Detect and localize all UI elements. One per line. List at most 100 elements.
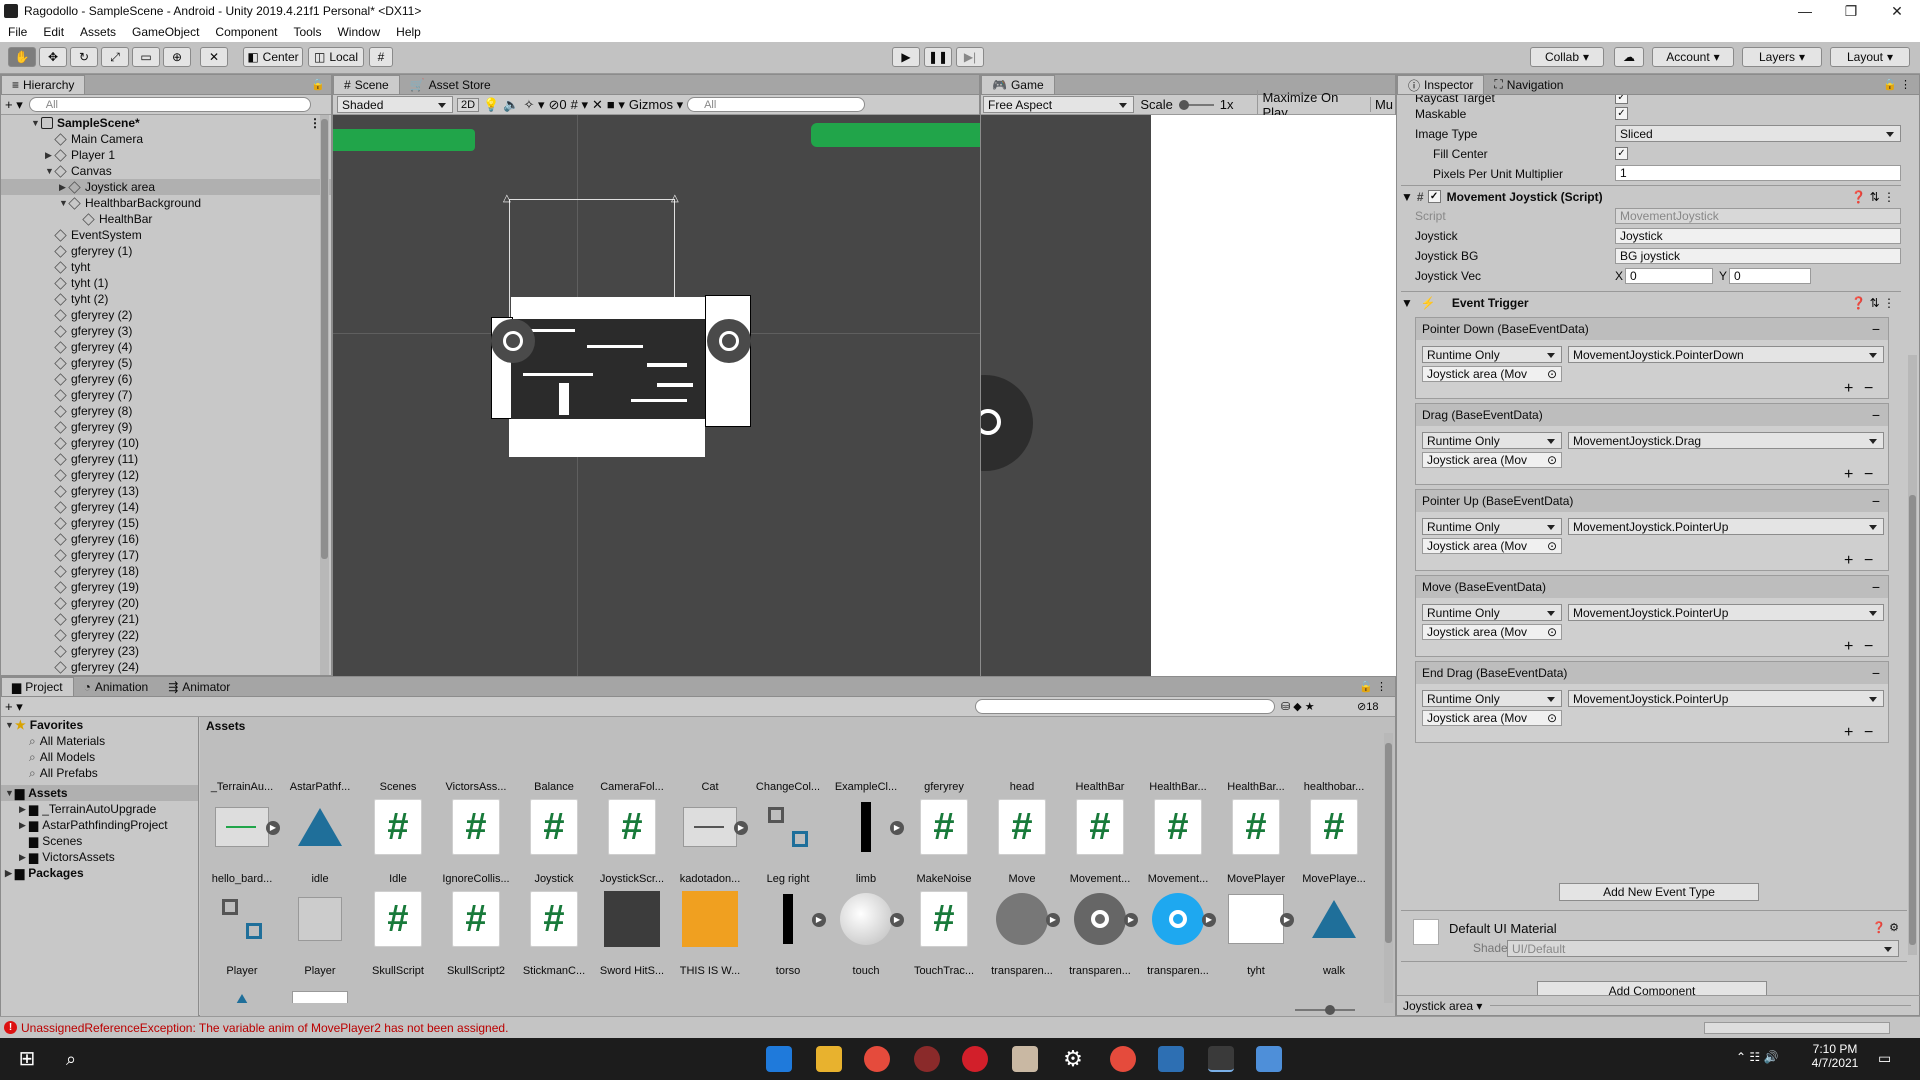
system-tray-icons[interactable]: ⌃ ☷ 🔊 [1736,1050,1778,1064]
asset-item[interactable]: # StickmanC... [518,887,590,977]
menu-window[interactable]: Window [329,25,388,39]
event-trigger-component-header[interactable]: ▼ ⚡ Event Trigger ❓ ⇅ ⋮ [1401,291,1901,313]
asset-item[interactable]: VictorsAss... [440,733,512,793]
asset-item[interactable]: HealthBar [1064,733,1136,793]
event-target-field[interactable]: Joystick area (Mov ⊙ [1422,538,1562,554]
hierarchy-item[interactable]: gferyrey (8) [1,403,331,419]
remove-event-button[interactable]: − [1872,493,1880,509]
asset-item[interactable]: ▶ hello_bard... [206,795,280,885]
hierarchy-item[interactable]: ▶ Player 1 [1,147,331,163]
layout-dropdown[interactable]: Layout ▾ [1830,47,1910,67]
hierarchy-item[interactable]: gferyrey (6) [1,371,331,387]
add-listener-button[interactable]: + [1844,724,1853,742]
hierarchy-item[interactable]: HealthBar [1,211,331,227]
asset-item[interactable]: ▶ touch [830,887,904,977]
asset-item[interactable]: _TerrainAu... [206,733,278,793]
event-function-dropdown[interactable]: MovementJoystick.Drag [1568,432,1884,449]
rotate-tool-icon[interactable]: ↻ [70,47,98,67]
runtime-mode-dropdown[interactable]: Runtime Only [1422,432,1562,449]
asset-item[interactable]: HealthBar... [1220,733,1292,793]
asset-item[interactable]: # Movement... [1064,795,1136,885]
asset-item[interactable]: ▶ kadotadon... [674,795,748,885]
asset-item[interactable]: Player [206,887,278,977]
lighting-icon[interactable]: 💡 [483,97,499,113]
asset-item[interactable]: # SkullScript [362,887,434,977]
favorite-item[interactable]: ⌕ All Models [1,749,198,765]
menu-component[interactable]: Component [207,25,285,39]
expand-arrow-icon[interactable]: ▼ [5,788,15,798]
assets-scrollbar[interactable] [1384,733,1393,1003]
expand-arrow-icon[interactable]: ▶ [19,820,29,831]
runtime-mode-dropdown[interactable]: Runtime Only [1422,690,1562,707]
lock-icon[interactable]: 🔒 [311,78,325,91]
unity-hub-icon[interactable] [1256,1046,1282,1072]
error-message[interactable]: UnassignedReferenceException: The variab… [21,1021,508,1035]
hand-tool-icon[interactable]: ✋ [8,47,36,67]
menu-tools[interactable]: Tools [285,25,329,39]
hierarchy-item[interactable]: gferyrey (20) [1,595,331,611]
inspector-scrollbar[interactable] [1908,355,1917,955]
hierarchy-item[interactable]: tyht (2) [1,291,331,307]
transform-tool-icon[interactable]: ⊕ [163,47,191,67]
asset-item[interactable]: # Move [986,795,1058,885]
object-picker-icon[interactable]: ⊙ [1547,711,1557,725]
hidden-packages-icon[interactable]: ⊘18 [1357,700,1378,713]
expand-arrow-icon[interactable]: ▼ [31,118,41,128]
remove-event-button[interactable]: − [1872,665,1880,681]
project-lock-icon[interactable]: 🔒 ⋮ [1359,680,1387,693]
status-bar[interactable]: ! UnassignedReferenceException: The vari… [0,1016,1920,1038]
event-function-dropdown[interactable]: MovementJoystick.PointerUp [1568,518,1884,535]
hierarchy-item[interactable]: gferyrey (18) [1,563,331,579]
aspect-dropdown[interactable]: Free Aspect [983,96,1135,113]
joystick-left-knob-icon[interactable] [503,331,523,351]
asset-item[interactable]: ▶ tyht [1220,887,1294,977]
grid-snap-icon[interactable]: # [369,47,393,67]
expand-arrow-icon[interactable]: ▶ [19,852,29,863]
rect-handle-icon[interactable]: △ [503,193,513,204]
scale-slider[interactable] [1178,99,1214,110]
menu-file[interactable]: File [0,25,35,39]
remove-listener-button[interactable]: − [1864,638,1873,656]
hierarchy-item[interactable]: gferyrey (4) [1,339,331,355]
event-function-dropdown[interactable]: MovementJoystick.PointerUp [1568,604,1884,621]
thumbnail-size-thumb[interactable] [1325,1005,1335,1015]
asset-item[interactable]: walk [1298,887,1370,977]
grid-icon[interactable]: # ▾ [571,97,588,113]
2d-toggle-button[interactable]: 2D [457,97,480,112]
hierarchy-item[interactable]: ▼ Canvas [1,163,331,179]
asset-item[interactable]: # Joystick [518,795,590,885]
chrome-icon[interactable] [1110,1046,1136,1072]
hierarchy-item[interactable]: gferyrey (13) [1,483,331,499]
material-preview[interactable] [1413,919,1439,945]
asset-item[interactable]: ▶ limb [830,795,904,885]
rect-handle-icon[interactable]: △ [671,193,681,204]
object-picker-icon[interactable]: ⊙ [1547,539,1557,553]
shading-mode-dropdown[interactable]: Shaded [337,96,453,113]
asset-item[interactable]: # JoystickScr... [596,795,668,885]
asset-item[interactable] [284,979,356,1003]
tab-animator[interactable]: ⇶ Animator [158,677,240,696]
hidden-objects-icon[interactable]: ⊘0 [548,97,566,113]
remove-listener-button[interactable]: − [1864,724,1873,742]
runtime-mode-dropdown[interactable]: Runtime Only [1422,518,1562,535]
thumbnail-size-slider[interactable] [1295,1005,1355,1015]
object-picker-icon[interactable]: ⊙ [1547,625,1557,639]
hierarchy-item[interactable]: gferyrey (10) [1,435,331,451]
hierarchy-item[interactable]: gferyrey (22) [1,627,331,643]
favorites-node[interactable]: ▼ ★ Favorites [1,717,198,733]
file-explorer-icon[interactable] [816,1046,842,1072]
asset-item[interactable]: # IgnoreCollis... [440,795,512,885]
asset-item[interactable]: head [986,733,1058,793]
expand-sprite-icon[interactable]: ▶ [1280,913,1294,927]
expand-sprite-icon[interactable]: ▶ [1202,913,1216,927]
cloud-icon[interactable]: ☁ [1614,47,1644,67]
remove-listener-button[interactable]: − [1864,552,1873,570]
hierarchy-item[interactable]: Main Camera [1,131,331,147]
movement-joystick-component-header[interactable]: ▼ # ✓ Movement Joystick (Script) ❓ ⇅ ⋮ [1401,185,1901,207]
pivot-center-button[interactable]: ◧ Center [243,47,303,67]
hierarchy-item[interactable]: tyht (1) [1,275,331,291]
mute-audio-toggle[interactable]: Mu [1369,97,1393,112]
hierarchy-item[interactable]: gferyrey (16) [1,531,331,547]
expand-arrow-icon[interactable]: ▶ [5,868,15,879]
clock[interactable]: 7:10 PM 4/7/2021 [1800,1042,1870,1070]
